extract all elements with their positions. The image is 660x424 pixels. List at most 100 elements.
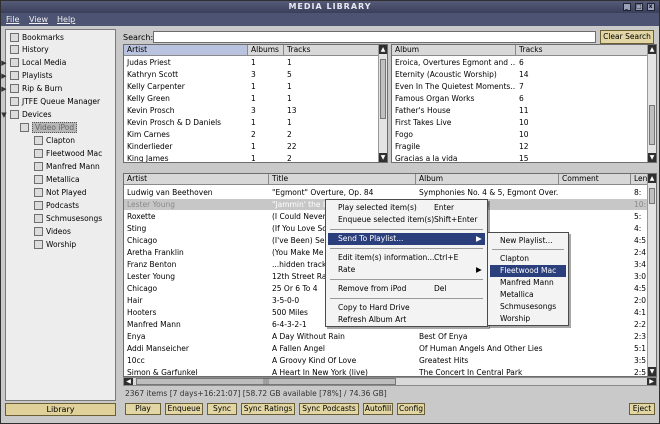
sidebar-item-rip-burn[interactable]: ▶ Rip & Burn [1,83,62,95]
album-scrollbar[interactable]: ▲ ▼ [647,45,656,162]
track-row[interactable]: 10cc A Groovy Kind Of Love Greatest Hits 3:… [124,355,656,366]
expand-arrow-icon[interactable]: ▶ [0,83,8,95]
track-hscrollbar[interactable]: ◀ ||| ▶ [123,377,657,386]
sidebar-playlist[interactable]: Not Played [34,187,87,199]
submenu-new-playlist[interactable]: New Playlist... [490,235,566,247]
menu-send-to-playlist[interactable]: Send To Playlist... ▶ [328,233,485,245]
album-row[interactable]: Fragile 12 [392,141,656,152]
sync-ratings-button[interactable]: Sync Ratings [241,403,295,415]
artist-row[interactable]: Kelly Green 1 1 [124,93,387,104]
expand-arrow-icon[interactable]: ▶ [0,70,8,82]
scroll-thumb[interactable] [380,59,386,119]
sidebar-item-playlists[interactable]: ▶ Playlists [1,70,53,82]
album-row[interactable]: Fogo 10 [392,129,656,140]
album-column-header[interactable]: Album [392,45,516,56]
expand-arrow-icon[interactable]: ▶ [0,57,8,69]
menu-remove-from-ipod[interactable]: Remove from iPod Del [328,283,485,295]
submenu-playlist-schmusesongs[interactable]: Schmusesongs [490,301,566,313]
library-button[interactable]: Library [5,403,116,416]
eject-button[interactable]: Eject [629,403,655,415]
submenu-playlist-clapton[interactable]: Clapton [490,253,566,265]
artist-row[interactable]: Kevin Prosch & D Daniels 1 1 [124,117,387,128]
artist-row[interactable]: Kevin Prosch 3 13 [124,105,387,116]
artist-row[interactable]: Kim Carnes 2 2 [124,129,387,140]
sidebar-playlist[interactable]: Metallica [34,174,80,186]
sidebar-item-video-ipod[interactable]: Video iPod [20,122,78,134]
albums-column-header[interactable]: Albums [248,45,284,56]
menu-copy-to-hard-drive[interactable]: Copy to Hard Drive [328,302,485,314]
sidebar-playlist[interactable]: Videos [34,226,71,238]
sidebar-playlist[interactable]: Clapton [34,135,75,147]
clear-search-button[interactable]: Clear Search [600,30,654,44]
submenu-playlist-manfred-mann[interactable]: Manfred Mann [490,277,566,289]
sync-podcasts-button[interactable]: Sync Podcasts [299,403,359,415]
track-artist-header[interactable]: Artist [124,174,269,185]
sidebar-playlist[interactable]: Fleetwood Mac [34,148,102,160]
album-row[interactable]: Eternity (Acoustic Worship) 14 [392,69,656,80]
submenu-playlist-worship[interactable]: Worship [490,313,566,325]
scroll-up-icon[interactable]: ▲ [648,45,656,54]
album-tracks-column-header[interactable]: Tracks [516,45,648,56]
sync-button[interactable]: Sync [207,403,237,415]
scroll-down-icon[interactable]: ▼ [648,153,656,162]
scroll-right-icon[interactable]: ▶ [647,378,656,385]
track-row[interactable]: Enya A Day Without Rain Best Of Enya 2:3 [124,331,656,342]
autofill-button[interactable]: Autofill [363,403,393,415]
album-row[interactable]: Eroica, Overtures Egmont and ... 6 [392,57,656,68]
sidebar-item-jtfe-queue[interactable]: JTFE Queue Manager [10,96,100,108]
sidebar-item-local-media[interactable]: ▶ Local Media [1,57,66,69]
track-row[interactable]: Ludwig van Beethoven "Egmont" Overture, O… [124,187,656,198]
hscroll-thumb[interactable]: ||| [136,378,396,385]
artist-row[interactable]: Judas Priest 1 1 [124,57,387,68]
artist-column-header[interactable]: Artist [124,45,248,56]
menu-play-selected[interactable]: Play selected item(s) Enter [328,202,485,214]
menu-edit-info[interactable]: Edit item(s) information... Ctrl+E [328,252,485,264]
scroll-down-icon[interactable]: ▼ [379,153,387,162]
sidebar-playlist[interactable]: Schmusesongs [34,213,102,225]
menu-refresh-album-art[interactable]: Refresh Album Art [328,314,485,326]
close-button[interactable]: x [647,3,655,11]
minimize-button[interactable]: _ [623,3,631,11]
submenu-playlist-metallica[interactable]: Metallica [490,289,566,301]
menu-enqueue-selected[interactable]: Enqueue selected item(s) Shift+Enter [328,214,485,226]
search-input[interactable] [153,31,596,43]
track-row[interactable]: Simon & Garfunkel A Heart In New York (li… [124,367,656,376]
artist-row[interactable]: Kathryn Scott 3 5 [124,69,387,80]
collapse-arrow-icon[interactable]: ▼ [0,109,8,121]
track-scrollbar[interactable]: ▲ ▼ [647,174,656,376]
sidebar-item-bookmarks[interactable]: Bookmarks [10,32,64,44]
album-row[interactable]: Gracias a la vida 15 [392,153,656,162]
album-row[interactable]: Even In The Quietest Moments... 7 [392,81,656,92]
artist-row[interactable]: King James 1 2 [124,153,387,162]
track-comment-header[interactable]: Comment [559,174,631,185]
artist-row[interactable]: Kinderlieder 1 22 [124,141,387,152]
menu-view[interactable]: View [29,14,48,25]
tracks-column-header[interactable]: Tracks [284,45,379,56]
artist-scrollbar[interactable]: ▲ ▼ [378,45,387,162]
menu-rate[interactable]: Rate ▶ [328,264,485,276]
title-bar[interactable]: MEDIA LIBRARY _ □ x [1,1,659,13]
sidebar-playlist[interactable]: Manfred Mann [34,161,100,173]
scroll-down-icon[interactable]: ▼ [648,367,656,376]
album-row[interactable]: Father's House 11 [392,105,656,116]
scroll-left-icon[interactable]: ◀ [124,378,133,385]
play-button[interactable]: Play [125,403,161,415]
track-title-header[interactable]: Title [269,174,416,185]
sidebar-item-devices[interactable]: ▼ Devices [1,109,52,121]
album-row[interactable]: Famous Organ Works 6 [392,93,656,104]
menu-file[interactable]: File [6,14,19,25]
submenu-playlist-fleetwood-mac[interactable]: Fleetwood Mac [490,265,566,277]
album-row[interactable]: First Takes Live 10 [392,117,656,128]
scroll-thumb[interactable] [649,105,655,145]
config-button[interactable]: Config [397,403,425,415]
artist-row[interactable]: Kelly Carpenter 1 1 [124,81,387,92]
sidebar-playlist[interactable]: Worship [34,239,76,251]
track-album-header[interactable]: Album [416,174,559,185]
scroll-up-icon[interactable]: ▲ [379,45,387,54]
enqueue-button[interactable]: Enqueue [165,403,203,415]
sidebar-playlist[interactable]: Podcasts [34,200,79,212]
track-row[interactable]: Addi Manseicher A Fallen Angel Of Human An… [124,343,656,354]
scroll-up-icon[interactable]: ▲ [648,174,656,183]
menu-help[interactable]: Help [57,14,75,25]
scroll-thumb[interactable] [649,188,655,204]
